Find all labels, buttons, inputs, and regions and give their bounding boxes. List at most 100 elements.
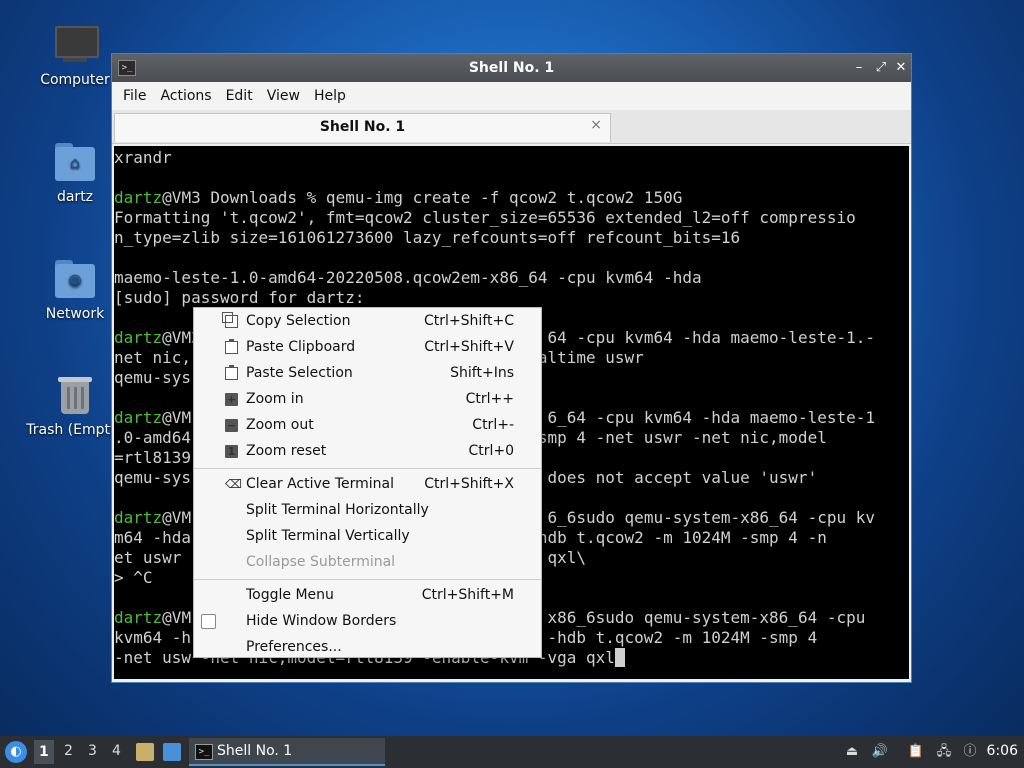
menu-separator xyxy=(194,579,541,580)
menu-item-zoom-reset[interactable]: 1 Zoom reset Ctrl+0 xyxy=(194,439,541,465)
menu-actions[interactable]: Actions xyxy=(153,88,218,104)
prompt-user: dartz xyxy=(114,408,163,427)
window-titlebar[interactable]: >_ Shell No. 1 – ⤢ ✕ xyxy=(112,54,911,82)
terminal-line: dartz@VM3 Downloads % qemu-img create -f… xyxy=(114,188,683,207)
menu-item-label: Zoom reset xyxy=(246,443,327,459)
close-icon[interactable]: ✕ xyxy=(892,59,910,77)
terminal-line: [sudo] password for dartz: xyxy=(114,288,365,307)
menu-item-label: Toggle Menu xyxy=(246,587,334,603)
terminal-cursor xyxy=(614,648,625,667)
context-menu: Copy Selection Ctrl+Shift+C Paste Clipbo… xyxy=(193,307,542,658)
terminal-line: > ^C xyxy=(114,568,153,587)
network-tray-icon[interactable]: 🖧 xyxy=(935,743,953,761)
menu-item-label: Zoom out xyxy=(246,417,314,433)
prompt-user: dartz xyxy=(114,188,163,207)
menu-item-zoom-out[interactable]: − Zoom out Ctrl+- xyxy=(194,413,541,439)
window-title: Shell No. 1 xyxy=(468,60,555,76)
menu-item-label: Hide Window Borders xyxy=(246,613,397,629)
workspace-1[interactable]: 1 xyxy=(34,740,54,764)
menu-file[interactable]: File xyxy=(116,88,153,104)
notification-icon[interactable]: ⓘ xyxy=(961,743,979,761)
paste-icon xyxy=(225,365,238,380)
prompt-user: dartz xyxy=(114,508,163,527)
menu-item-label: Clear Active Terminal xyxy=(246,476,394,492)
menu-item-hide-window-borders[interactable]: Hide Window Borders xyxy=(194,609,541,635)
workspace-2[interactable]: 2 xyxy=(64,743,73,759)
clipboard-icon[interactable]: 📋 xyxy=(907,743,925,761)
menu-bar: File Actions Edit View Help xyxy=(112,82,911,110)
desktop-icon-trash[interactable]: Trash (Empty) xyxy=(25,374,125,438)
menu-item-zoom-in[interactable]: + Zoom in Ctrl++ xyxy=(194,387,541,413)
desktop-icon-label: Trash (Empty) xyxy=(26,422,124,438)
prompt-user: dartz xyxy=(114,608,163,627)
start-menu-icon[interactable]: ◐ xyxy=(5,741,27,763)
menu-item-shortcut: Ctrl+- xyxy=(472,417,514,433)
menu-item-label: Zoom in xyxy=(246,391,304,407)
menu-item-label: Paste Clipboard xyxy=(246,339,356,355)
terminal-line: =rtl8139 xyxy=(114,448,192,467)
menu-item-label: Split Terminal Horizontally xyxy=(246,502,429,518)
menu-item-clear-terminal[interactable]: ⌫ Clear Active Terminal Ctrl+Shift+X xyxy=(194,472,541,498)
maximize-icon[interactable]: ⤢ xyxy=(872,59,890,77)
workspace-4[interactable]: 4 xyxy=(112,743,121,759)
network-folder-icon: ◉ xyxy=(53,258,97,302)
menu-item-paste-selection[interactable]: Paste Selection Shift+Ins xyxy=(194,361,541,387)
show-desktop-icon[interactable] xyxy=(163,743,181,761)
clock: 6:06 xyxy=(986,743,1018,759)
menu-item-copy-selection[interactable]: Copy Selection Ctrl+Shift+C xyxy=(194,309,541,335)
menu-item-label: Paste Selection xyxy=(246,365,353,381)
menu-help[interactable]: Help xyxy=(307,88,353,104)
menu-item-shortcut: Ctrl+0 xyxy=(468,443,514,459)
menu-item-paste-clipboard[interactable]: Paste Clipboard Ctrl+Shift+V xyxy=(194,335,541,361)
terminal-line: maemo-leste-1.0-amd64-20220508.qcow2em-x… xyxy=(114,268,702,287)
minimize-icon[interactable]: – xyxy=(850,59,868,77)
terminal-line: Formatting 't.qcow2', fmt=qcow2 cluster_… xyxy=(114,208,856,227)
home-folder-icon: ⌂ xyxy=(53,141,97,185)
desktop-icon-home[interactable]: ⌂ dartz xyxy=(25,141,125,205)
paste-icon xyxy=(225,339,238,354)
taskbar-button-shell[interactable]: >_ Shell No. 1 xyxy=(189,738,385,766)
volume-icon[interactable]: 🔊 xyxy=(871,743,889,761)
tab-close-icon[interactable]: × xyxy=(590,117,602,133)
menu-item-preferences[interactable]: Preferences... xyxy=(194,635,541,661)
file-manager-launcher-icon[interactable] xyxy=(136,743,154,761)
clear-icon: ⌫ xyxy=(225,477,242,491)
zoom-reset-icon: 1 xyxy=(225,445,238,458)
tab-strip: Shell No. 1 × xyxy=(112,110,911,144)
menu-item-toggle-menu[interactable]: Toggle Menu Ctrl+Shift+M xyxy=(194,583,541,609)
terminal-line: xrandr xyxy=(114,148,172,167)
menu-edit[interactable]: Edit xyxy=(219,88,260,104)
menu-item-shortcut: Ctrl++ xyxy=(465,391,514,407)
menu-item-shortcut: Ctrl+Shift+M xyxy=(421,587,514,603)
trash-icon xyxy=(53,374,97,418)
desktop-icon-network[interactable]: ◉ Network xyxy=(25,258,125,322)
eject-icon[interactable]: ⏏ xyxy=(843,743,861,761)
menu-item-split-vertical[interactable]: Split Terminal Vertically xyxy=(194,524,541,550)
menu-item-split-horizontal[interactable]: Split Terminal Horizontally xyxy=(194,498,541,524)
zoom-out-icon: − xyxy=(225,419,238,432)
prompt-user: dartz xyxy=(114,328,163,347)
computer-icon xyxy=(53,24,99,68)
menu-item-shortcut: Ctrl+Shift+X xyxy=(424,476,514,492)
zoom-in-icon: + xyxy=(225,393,238,406)
menu-view[interactable]: View xyxy=(260,88,307,104)
terminal-line: n_type=zlib size=161061273600 lazy_refco… xyxy=(114,228,741,247)
desktop-icon-label: dartz xyxy=(56,189,94,205)
hide-borders-checkbox[interactable] xyxy=(201,614,216,629)
menu-item-shortcut: Shift+Ins xyxy=(450,365,514,381)
menu-item-label: Collapse Subterminal xyxy=(246,554,396,570)
workspace-3[interactable]: 3 xyxy=(88,743,97,759)
taskbar: ◐ 1 2 3 4 >_ Shell No. 1 ⏏ 🔊 📋 🖧 ⓘ 6:06 xyxy=(0,736,1024,768)
desktop-icon-computer[interactable]: Computer xyxy=(25,24,125,88)
tab-label: Shell No. 1 xyxy=(319,119,406,135)
desktop-icon-label: Computer xyxy=(40,72,110,88)
taskbar-button-label: Shell No. 1 xyxy=(217,743,293,759)
menu-item-label: Split Terminal Vertically xyxy=(246,528,410,544)
menu-item-collapse-subterminal: Collapse Subterminal xyxy=(194,550,541,576)
menu-item-shortcut: Ctrl+Shift+C xyxy=(424,313,514,329)
menu-item-shortcut: Ctrl+Shift+V xyxy=(424,339,514,355)
copy-icon xyxy=(222,312,238,328)
menu-item-label: Preferences... xyxy=(246,639,342,655)
tab-shell-1[interactable]: Shell No. 1 × xyxy=(114,113,611,142)
menu-separator xyxy=(194,468,541,469)
